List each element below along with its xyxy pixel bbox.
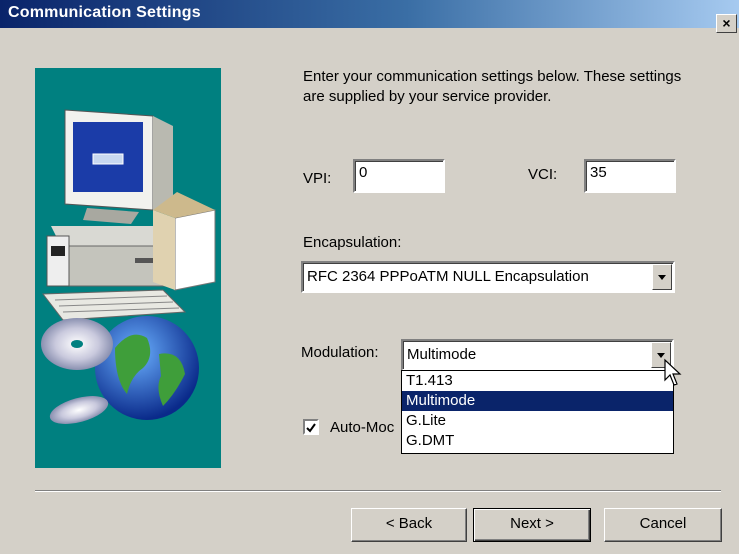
intro-text: Enter your communication settings below.… [303, 68, 682, 105]
modulation-options-list[interactable]: T1.413 Multimode G.Lite G.DMT [401, 370, 674, 454]
vpi-input[interactable]: 0 [353, 159, 445, 193]
encapsulation-label: Encapsulation: [303, 234, 402, 251]
checkmark-icon [306, 423, 316, 433]
title-bar: Communication Settings [0, 0, 739, 28]
modulation-value: Multimode [407, 346, 477, 363]
window-title: Communication Settings [8, 4, 201, 21]
cancel-button[interactable]: Cancel [604, 508, 722, 542]
option-glite[interactable]: G.Lite [402, 411, 673, 431]
option-multimode[interactable]: Multimode [402, 391, 673, 411]
close-button[interactable]: × [716, 14, 737, 33]
modulation-label: Modulation: [301, 344, 379, 361]
button-separator [35, 490, 721, 492]
vci-input[interactable]: 35 [584, 159, 676, 193]
vci-label: VCI: [528, 166, 558, 183]
option-gdmt[interactable]: G.DMT [402, 431, 673, 451]
globe-icon [41, 316, 199, 424]
auto-mode-checkbox[interactable] [303, 419, 319, 435]
back-button[interactable]: < Back [351, 508, 467, 542]
auto-mode-label: Auto-Moc [330, 419, 395, 436]
vpi-label: VPI: [303, 170, 332, 187]
encapsulation-dropdown[interactable]: RFC 2364 PPPoATM NULL Encapsulation [301, 261, 675, 293]
dropdown-arrow-icon[interactable] [652, 264, 672, 290]
option-t1413[interactable]: T1.413 [402, 371, 673, 391]
wizard-illustration [35, 68, 221, 468]
encapsulation-value: RFC 2364 PPPoATM NULL Encapsulation [307, 268, 589, 285]
next-button[interactable]: Next > [473, 508, 591, 542]
close-icon: × [722, 15, 731, 31]
modulation-dropdown[interactable]: Multimode [401, 339, 674, 371]
mouse-cursor-icon [664, 358, 682, 386]
